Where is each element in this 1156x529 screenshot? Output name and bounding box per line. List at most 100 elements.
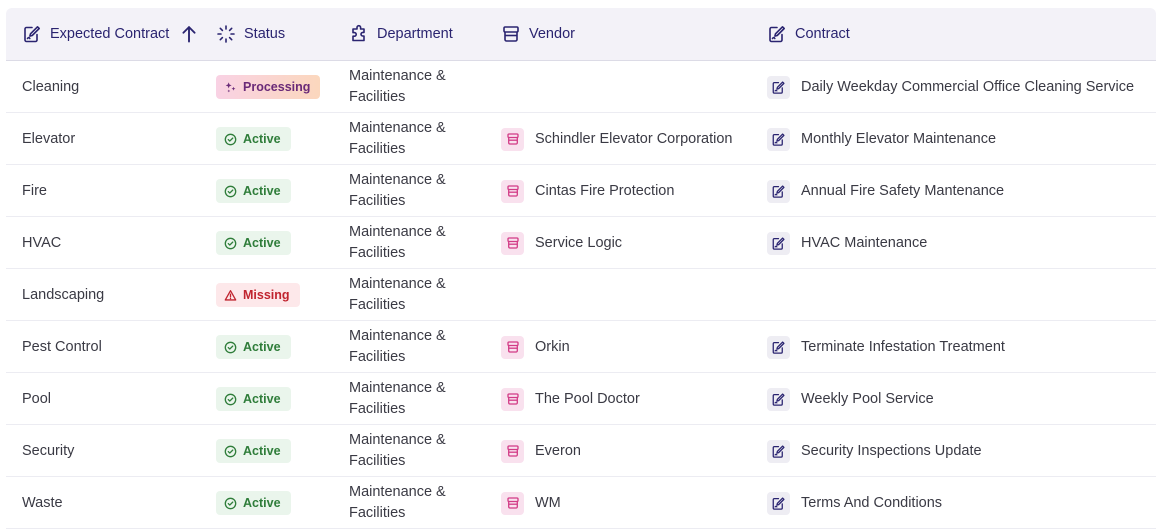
vendor-cell: WM (501, 477, 561, 529)
sparkle-icon (224, 81, 237, 94)
expected-contract-cell: HVAC (22, 217, 61, 269)
department-line-2: Facilities (349, 89, 406, 105)
department-text: Maintenance & Facilities (349, 170, 446, 212)
contract-name: Weekly Pool Service (801, 391, 934, 407)
department-line-2: Facilities (349, 141, 406, 157)
column-header-contract[interactable]: Contract (767, 24, 850, 44)
status-badge: Processing (216, 75, 321, 99)
table-row[interactable]: HVAC Active Maintenance & Facilities Ser… (6, 217, 1156, 269)
contract-cell: Daily Weekday Commercial Office Cleaning… (767, 61, 1134, 113)
vendor-link[interactable]: WM (501, 491, 561, 515)
department-text: Maintenance & Facilities (349, 482, 446, 524)
status-label: Processing (243, 80, 311, 94)
vendor-name: WM (535, 495, 561, 511)
department-cell: Maintenance & Facilities (349, 217, 446, 269)
status-badge: Active (216, 491, 291, 515)
department-text: Maintenance & Facilities (349, 378, 446, 420)
column-label: Status (244, 26, 286, 42)
contract-edit-icon (767, 231, 790, 255)
status-cell: Active (216, 477, 291, 529)
contract-link[interactable]: Monthly Elevator Maintenance (767, 127, 996, 151)
contract-cell: HVAC Maintenance (767, 217, 927, 269)
status-badge: Active (216, 387, 291, 411)
expected-contract-name: Waste (22, 495, 63, 511)
status-cell: Active (216, 217, 291, 269)
status-label: Active (243, 340, 281, 354)
vendor-link[interactable]: Orkin (501, 335, 570, 359)
contract-edit-icon (767, 179, 790, 203)
table-header: Expected Contract Status Department Vend… (6, 8, 1156, 61)
vendor-link[interactable]: Cintas Fire Protection (501, 179, 674, 203)
column-header-expected-contract[interactable]: Expected Contract (22, 24, 199, 44)
table-row[interactable]: Waste Active Maintenance & Facilities WM… (6, 477, 1156, 529)
department-line-1: Maintenance & (349, 276, 446, 292)
puzzle-icon (349, 24, 369, 44)
status-badge: Missing (216, 283, 300, 307)
vendor-icon (501, 439, 524, 463)
loader-icon (216, 24, 236, 44)
column-header-department[interactable]: Department (349, 24, 453, 44)
department-line-1: Maintenance & (349, 120, 446, 136)
status-badge: Active (216, 439, 291, 463)
contract-edit-icon (767, 24, 787, 44)
table-row[interactable]: Security Active Maintenance & Facilities… (6, 425, 1156, 477)
contract-link[interactable]: Annual Fire Safety Mantenance (767, 179, 1004, 203)
department-line-1: Maintenance & (349, 68, 446, 84)
contract-link[interactable]: Terminate Infestation Treatment (767, 335, 1005, 359)
vendor-cell: The Pool Doctor (501, 373, 640, 425)
contract-link[interactable]: Security Inspections Update (767, 439, 982, 463)
department-text: Maintenance & Facilities (349, 274, 446, 316)
expected-contract-name: Security (22, 443, 75, 459)
department-line-1: Maintenance & (349, 172, 446, 188)
column-header-vendor[interactable]: Vendor (501, 24, 575, 44)
vendor-icon (501, 231, 524, 255)
table-row[interactable]: Landscaping Missing Maintenance & Facili… (6, 269, 1156, 321)
contract-cell: Monthly Elevator Maintenance (767, 113, 996, 165)
expected-contract-cell: Pool (22, 373, 51, 425)
contract-edit-icon (767, 387, 790, 411)
department-cell: Maintenance & Facilities (349, 373, 446, 425)
vendor-link[interactable]: Schindler Elevator Corporation (501, 127, 732, 151)
department-cell: Maintenance & Facilities (349, 61, 446, 113)
vendor-cell: Cintas Fire Protection (501, 165, 674, 217)
department-line-2: Facilities (349, 401, 406, 417)
table-row[interactable]: Elevator Active Maintenance & Facilities… (6, 113, 1156, 165)
contract-name: Terminate Infestation Treatment (801, 339, 1005, 355)
table-row[interactable]: Pest Control Active Maintenance & Facili… (6, 321, 1156, 373)
vendor-cell: Everon (501, 425, 581, 477)
contract-link[interactable]: Weekly Pool Service (767, 387, 934, 411)
contract-cell: Terminate Infestation Treatment (767, 321, 1005, 373)
expected-contract-name: Cleaning (22, 79, 80, 95)
contract-edit-icon (767, 335, 790, 359)
table-row[interactable]: Cleaning Processing Maintenance & Facili… (6, 61, 1156, 113)
contract-link[interactable]: HVAC Maintenance (767, 231, 927, 255)
table-row[interactable]: Pool Active Maintenance & Facilities The… (6, 373, 1156, 425)
expected-contract-cell: Fire (22, 165, 47, 217)
contract-link[interactable]: Daily Weekday Commercial Office Cleaning… (767, 75, 1134, 99)
vendor-name: Orkin (535, 339, 570, 355)
status-cell: Active (216, 165, 291, 217)
contract-link[interactable]: Terms And Conditions (767, 491, 942, 515)
status-label: Active (243, 236, 281, 250)
vendor-link[interactable]: Service Logic (501, 231, 622, 255)
expected-contract-name: Landscaping (22, 287, 105, 303)
contract-edit-icon (767, 75, 790, 99)
check-circle-icon (224, 133, 237, 146)
vendor-name: Everon (535, 443, 581, 459)
column-label: Vendor (529, 26, 575, 42)
vendor-link[interactable]: Everon (501, 439, 581, 463)
table-row[interactable]: Fire Active Maintenance & Facilities Cin… (6, 165, 1156, 217)
column-label: Expected Contract (50, 26, 170, 42)
department-cell: Maintenance & Facilities (349, 113, 446, 165)
department-line-2: Facilities (349, 505, 406, 521)
expected-contract-name: Pool (22, 391, 52, 407)
sort-ascending-icon[interactable] (179, 24, 199, 44)
column-header-status[interactable]: Status (216, 24, 285, 44)
status-cell: Active (216, 321, 291, 373)
vendor-link[interactable]: The Pool Doctor (501, 387, 640, 411)
department-text: Maintenance & Facilities (349, 118, 446, 160)
status-label: Active (243, 392, 281, 406)
vendor-icon (501, 491, 524, 515)
vendor-name: The Pool Doctor (535, 391, 640, 407)
department-text: Maintenance & Facilities (349, 222, 446, 264)
